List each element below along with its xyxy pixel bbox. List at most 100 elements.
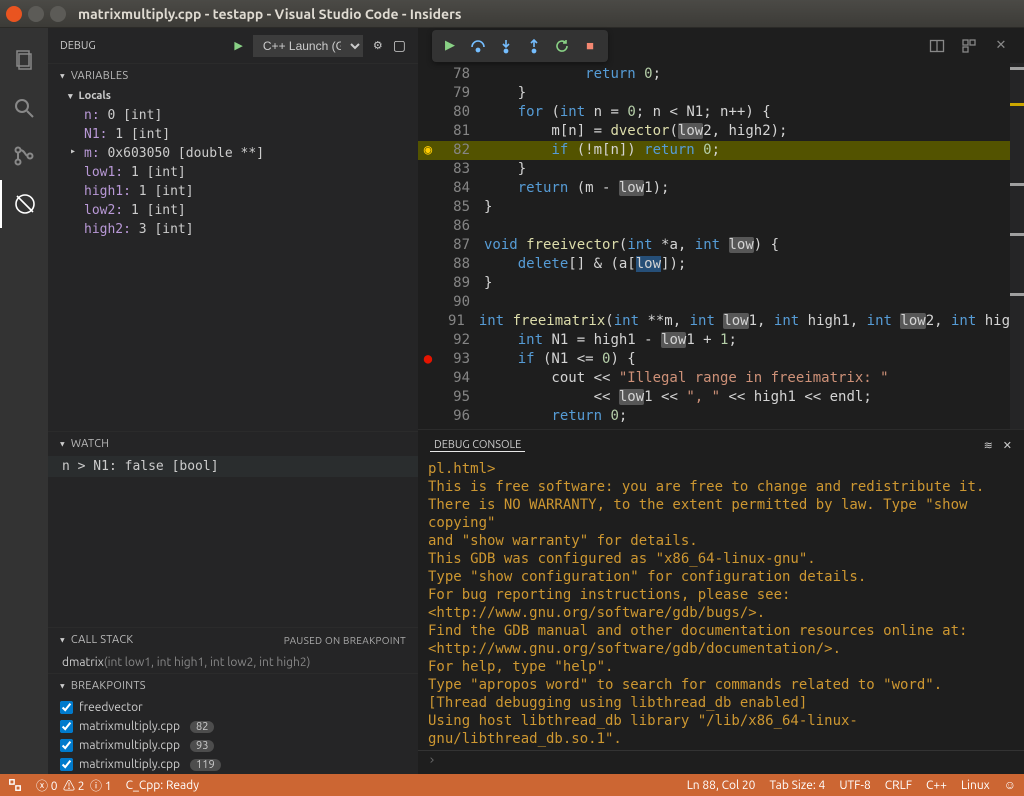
breakpoint-row[interactable]: matrixmultiply.cpp82 <box>48 717 418 736</box>
debug-continue-button[interactable]: ▶ <box>436 32 464 60</box>
variable-row[interactable]: m: 0x603050 [double **] <box>48 144 418 163</box>
variable-row[interactable]: low1: 1 [int] <box>48 163 418 182</box>
code-line[interactable]: } <box>484 274 1010 293</box>
variable-row[interactable]: low2: 1 [int] <box>48 201 418 220</box>
breakpoint-gutter[interactable] <box>418 369 438 388</box>
debug-config-select[interactable]: C++ Launch (G <box>253 35 363 57</box>
breakpoint-gutter[interactable] <box>418 407 438 426</box>
callstack-section-header[interactable]: CALL STACK PAUSED ON BREAKPOINT <box>48 628 418 652</box>
status-language[interactable]: C++ <box>926 779 947 792</box>
overview-ruler[interactable] <box>1010 63 1024 429</box>
breakpoint-gutter[interactable] <box>418 217 438 236</box>
debug-stop-button[interactable]: ■ <box>576 32 604 60</box>
code-line[interactable]: if (N1 <= 0) { <box>484 350 1010 369</box>
variable-row[interactable]: high2: 3 [int] <box>48 220 418 239</box>
debug-restart-button[interactable] <box>548 32 576 60</box>
code-line[interactable]: if (!m[n]) return 0; <box>484 141 1010 160</box>
window-maximize-button[interactable] <box>50 6 66 22</box>
status-remote-icon[interactable] <box>8 778 22 792</box>
breakpoint-gutter[interactable] <box>418 388 438 407</box>
more-actions-icon[interactable] <box>956 33 982 59</box>
breakpoint-gutter[interactable] <box>418 293 438 312</box>
debug-settings-icon[interactable]: ⚙ <box>373 39 383 52</box>
status-eol[interactable]: CRLF <box>885 779 912 792</box>
watch-section-header[interactable]: WATCH <box>48 432 418 456</box>
breakpoint-gutter[interactable] <box>418 198 438 217</box>
code-line[interactable]: int N1 = high1 - low1 + 1; <box>484 331 1010 350</box>
breakpoint-gutter[interactable] <box>418 160 438 179</box>
split-editor-icon[interactable] <box>924 33 950 59</box>
breakpoint-gutter[interactable] <box>418 312 436 331</box>
debug-console-tab[interactable]: DEBUG CONSOLE <box>430 439 525 452</box>
status-indentation[interactable]: Tab Size: 4 <box>769 779 825 792</box>
code-line[interactable]: int freeimatrix(int **m, int low1, int h… <box>479 312 1010 331</box>
activity-scm[interactable] <box>0 132 48 180</box>
code-line[interactable]: void freeivector(int *a, int low) { <box>484 236 1010 255</box>
code-line[interactable]: } <box>484 84 1010 103</box>
watch-expression[interactable]: n > N1: false [bool] <box>48 456 418 477</box>
variables-scope-locals[interactable]: Locals <box>48 88 418 104</box>
activity-debug[interactable] <box>0 180 48 228</box>
debug-console-toggle-icon[interactable]: ▢ <box>393 37 406 54</box>
breakpoint-gutter[interactable] <box>418 274 438 293</box>
status-feedback-icon[interactable]: ☺ <box>1004 778 1016 792</box>
breakpoint-gutter[interactable]: ● <box>418 350 438 369</box>
code-line[interactable]: } <box>484 160 1010 179</box>
breakpoint-gutter[interactable]: ◉ <box>418 141 438 160</box>
breakpoint-gutter[interactable] <box>418 84 438 103</box>
debug-console-input[interactable]: › <box>418 750 1024 774</box>
code-line[interactable]: for (int n = 0; n < N1; n++) { <box>484 103 1010 122</box>
breakpoint-row[interactable]: freedvector <box>48 698 418 717</box>
window-minimize-button[interactable] <box>28 6 44 22</box>
code-line[interactable]: m[n] = dvector(low2, high2); <box>484 122 1010 141</box>
breakpoint-row[interactable]: matrixmultiply.cpp93 <box>48 736 418 755</box>
variable-row[interactable]: high1: 1 [int] <box>48 182 418 201</box>
variables-section-header[interactable]: VARIABLES <box>48 64 418 88</box>
window-close-button[interactable] <box>6 6 22 22</box>
status-extension[interactable]: C_Cpp: Ready <box>126 779 199 792</box>
code-editor[interactable]: 78 return 0;79 }80 for (int n = 0; n < N… <box>418 63 1024 429</box>
status-encoding[interactable]: UTF-8 <box>839 779 870 792</box>
status-problems[interactable]: ⓧ 0 ⚠ 2 ⓘ 1 <box>36 777 112 794</box>
console-line: This GDB was configured as "x86_64-linux… <box>428 550 1014 568</box>
breakpoint-gutter[interactable] <box>418 122 438 141</box>
debug-console-output[interactable]: pl.html>This is free software: you are f… <box>418 460 1024 750</box>
breakpoint-gutter[interactable] <box>418 179 438 198</box>
breakpoint-gutter[interactable] <box>418 65 438 84</box>
debug-step-out-button[interactable] <box>520 32 548 60</box>
editor-area: ▶ ■ ✕ 78 return 0;79 }80 for (int n = 0;… <box>418 28 1024 774</box>
breakpoint-checkbox[interactable] <box>60 739 73 752</box>
breakpoint-checkbox[interactable] <box>60 701 73 714</box>
breakpoints-section-header[interactable]: BREAKPOINTS <box>48 674 418 698</box>
breakpoint-checkbox[interactable] <box>60 720 73 733</box>
code-line[interactable]: cout << "Illegal range in freeimatrix: " <box>484 369 1010 388</box>
activity-explorer[interactable] <box>0 36 48 84</box>
panel-clear-icon[interactable]: ≋ <box>984 439 993 452</box>
status-cursor-position[interactable]: Ln 88, Col 20 <box>687 779 756 792</box>
code-line[interactable]: return (m - low1); <box>484 179 1010 198</box>
breakpoint-gutter[interactable] <box>418 255 438 274</box>
code-line[interactable]: << low1 << ", " << high1 << endl; <box>484 388 1010 407</box>
debug-step-over-button[interactable] <box>464 32 492 60</box>
editor-close-icon[interactable]: ✕ <box>988 33 1014 59</box>
variable-row[interactable]: N1: 1 [int] <box>48 125 418 144</box>
activity-search[interactable] <box>0 84 48 132</box>
code-line[interactable]: delete[] & (a[low]); <box>484 255 1010 274</box>
panel-close-icon[interactable]: ✕ <box>1003 439 1012 452</box>
status-os[interactable]: Linux <box>961 779 990 792</box>
callstack-frame[interactable]: dmatrix(int low1, int high1, int low2, i… <box>48 652 418 673</box>
code-line[interactable]: return 0; <box>484 65 1010 84</box>
breakpoint-row[interactable]: matrixmultiply.cpp119 <box>48 755 418 774</box>
start-debug-button[interactable]: ▶ <box>234 39 242 52</box>
breakpoint-gutter[interactable] <box>418 236 438 255</box>
code-line[interactable]: } <box>484 198 1010 217</box>
code-line[interactable]: return 0; <box>484 407 1010 426</box>
code-line[interactable] <box>484 293 1010 312</box>
breakpoint-gutter[interactable] <box>418 331 438 350</box>
breakpoint-gutter[interactable] <box>418 103 438 122</box>
variable-row[interactable]: n: 0 [int] <box>48 106 418 125</box>
code-line[interactable] <box>484 217 1010 236</box>
debug-step-into-button[interactable] <box>492 32 520 60</box>
breakpoint-checkbox[interactable] <box>60 758 73 771</box>
console-line: Find the GDB manual and other documentat… <box>428 622 1014 640</box>
